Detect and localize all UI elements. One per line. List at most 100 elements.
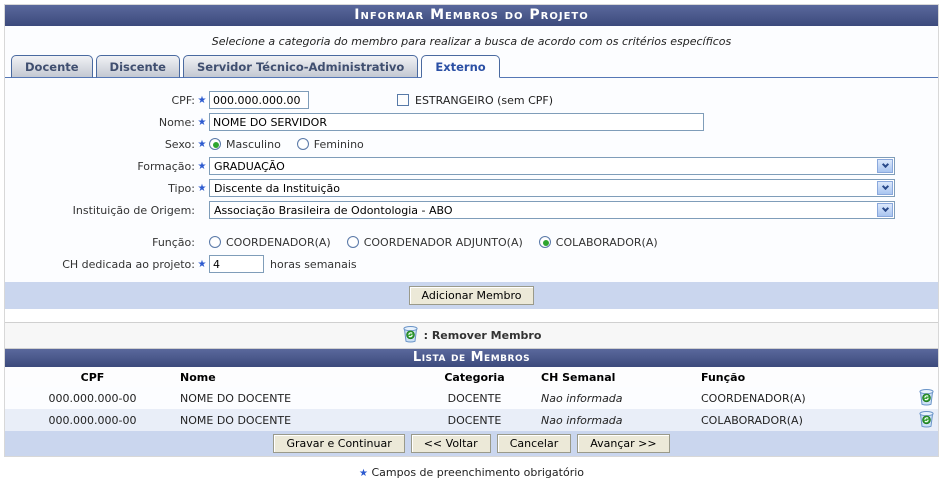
members-tbody: 000.000.000-00 NOME DO DOCENTE DOCENTE Nao … bbox=[5, 387, 938, 431]
nome-label: Nome: bbox=[158, 115, 195, 129]
cell-cpf: 000.000.000-00 bbox=[48, 391, 137, 405]
formacao-selected-value: GRADUAÇÃO bbox=[214, 159, 285, 173]
tab-bar: Docente Discente Servidor Técnico-Administ… bbox=[5, 55, 938, 78]
tipo-select[interactable]: Discente da Instituição bbox=[209, 179, 895, 197]
col-header-nome: Nome bbox=[180, 367, 408, 387]
ch-row: CH dedicada ao projeto: ★ horas semanais bbox=[5, 254, 938, 274]
cell-cpf: 000.000.000-00 bbox=[5, 409, 180, 431]
cell-categoria: DOCENTE bbox=[408, 409, 541, 431]
col-header-action bbox=[915, 367, 938, 387]
radio-button-icon[interactable] bbox=[346, 236, 359, 248]
radio-option-masculino[interactable]: Masculino bbox=[209, 138, 281, 151]
radio-label: Feminino bbox=[313, 137, 364, 151]
chevron-down-icon[interactable] bbox=[877, 181, 893, 195]
required-star-icon: ★ bbox=[197, 160, 207, 172]
ch-label: CH dedicada ao projeto: bbox=[62, 257, 195, 271]
col-header-cpf: CPF bbox=[5, 367, 180, 387]
col-header-funcao: Função bbox=[701, 367, 915, 387]
required-star-icon: ★ bbox=[197, 116, 207, 128]
tab-discente[interactable]: Discente bbox=[95, 55, 180, 78]
add-member-bar: Adicionar Membro bbox=[5, 282, 938, 309]
sexo-radio-group: Masculino Feminino bbox=[209, 138, 938, 151]
footer-buttons: Gravar e Continuar << Voltar Cancelar Avanç… bbox=[5, 431, 938, 456]
member-form: CPF: ★ ESTRANGEIRO (sem CPF) Nome: ★ Sex… bbox=[5, 78, 938, 309]
cell-action bbox=[915, 409, 938, 431]
radio-option-coordenador-a[interactable]: COORDENADOR(A) bbox=[209, 236, 331, 249]
required-star-icon: ★ bbox=[197, 138, 207, 150]
funcao-radio-group: COORDENADOR(A) COORDENADOR ADJUNTO(A) COLA… bbox=[209, 236, 938, 249]
funcao-row: Função: COORDENADOR(A) COORDENADOR ADJUNT… bbox=[5, 232, 938, 252]
instruction-text: Selecione a categoria do membro para rea… bbox=[211, 35, 732, 48]
cell-nome: NOME DO DOCENTE bbox=[180, 391, 292, 405]
gravar-e-continuar-button[interactable]: Gravar e Continuar bbox=[273, 434, 405, 453]
radio-option-colaborador-a[interactable]: COLABORADOR(A) bbox=[538, 235, 658, 249]
radio-label: COORDENADOR ADJUNTO(A) bbox=[363, 235, 523, 249]
members-header-row: CPF Nome Categoria CH Semanal Função bbox=[5, 367, 938, 387]
main-panel: Informar Membros do Projeto Selecione a … bbox=[4, 4, 939, 457]
radio-label: COORDENADOR(A) bbox=[226, 235, 331, 249]
cpf-row: CPF: ★ ESTRANGEIRO (sem CPF) bbox=[5, 90, 938, 110]
table-row: 000.000.000-00 NOME DO DOCENTE DOCENTE Nao … bbox=[5, 387, 938, 409]
tipo-selected-value: Discente da Instituição bbox=[214, 181, 341, 195]
instituicao-row: Instituição de Origem: Associação Brasil… bbox=[5, 200, 938, 220]
col-header-categoria: Categoria bbox=[408, 367, 541, 387]
cell-action bbox=[915, 387, 938, 409]
cpf-input[interactable] bbox=[209, 91, 309, 109]
required-note-text: Campos de preenchimento obrigatório bbox=[371, 466, 584, 479]
col-header-ch-semanal: CH Semanal bbox=[541, 367, 701, 387]
tipo-row: Tipo: ★ Discente da Instituição bbox=[5, 178, 938, 198]
cell-funcao: COLABORADOR(A) bbox=[701, 409, 915, 431]
required-star-icon: ★ bbox=[197, 182, 207, 194]
table-row: 000.000.000-00 NOME DO DOCENTE DOCENTE Nao … bbox=[5, 409, 938, 431]
tab-externo[interactable]: Externo bbox=[421, 55, 500, 78]
estrangeiro-checkbox[interactable] bbox=[397, 94, 409, 106]
ch-input[interactable] bbox=[209, 255, 264, 273]
tab-servidor-tecnico-administrativo[interactable]: Servidor Técnico-Administrativo bbox=[182, 55, 419, 78]
nome-row: Nome: ★ bbox=[5, 112, 938, 132]
cell-categoria: DOCENTE bbox=[447, 391, 502, 405]
estrangeiro-label: ESTRANGEIRO (sem CPF) bbox=[415, 93, 554, 107]
formacao-label: Formação: bbox=[137, 159, 195, 173]
funcao-label: Função: bbox=[152, 235, 195, 249]
cell-ch: Nao informada bbox=[541, 409, 701, 431]
formacao-select[interactable]: GRADUAÇÃO bbox=[209, 157, 895, 175]
chevron-down-icon[interactable] bbox=[877, 203, 893, 217]
trash-icon bbox=[402, 325, 419, 346]
sexo-label: Sexo: bbox=[164, 137, 195, 151]
radio-option-feminino[interactable]: Feminino bbox=[296, 137, 364, 151]
remove-member-icon[interactable] bbox=[918, 388, 935, 409]
page-title: Informar Membros do Projeto bbox=[5, 5, 938, 26]
cell-ch: Nao informada bbox=[541, 391, 623, 405]
radio-button-icon[interactable] bbox=[296, 138, 309, 150]
radio-button-icon[interactable] bbox=[209, 138, 221, 150]
required-star-icon: ★ bbox=[197, 94, 207, 106]
tab-docente[interactable]: Docente bbox=[11, 55, 93, 78]
radio-label: COLABORADOR(A) bbox=[555, 235, 658, 249]
radio-button-icon[interactable] bbox=[538, 236, 551, 248]
radio-button-icon[interactable] bbox=[209, 236, 221, 248]
radio-label: Masculino bbox=[226, 137, 281, 151]
remove-legend: : Remover Membro bbox=[5, 322, 938, 349]
chevron-down-icon[interactable] bbox=[877, 159, 893, 173]
members-table: CPF Nome Categoria CH Semanal Função 000… bbox=[5, 367, 938, 431]
instituicao-label: Instituição de Origem: bbox=[72, 203, 195, 217]
voltar-button[interactable]: << Voltar bbox=[410, 434, 491, 453]
sexo-row: Sexo: ★ Masculino Feminino bbox=[5, 134, 938, 154]
cancelar-button[interactable]: Cancelar bbox=[496, 434, 572, 453]
ch-suffix: horas semanais bbox=[270, 257, 357, 271]
cell-funcao: COORDENADOR(A) bbox=[701, 391, 806, 405]
avancar-button[interactable]: Avançar >> bbox=[577, 434, 670, 453]
members-list-title: Lista de Membros bbox=[5, 349, 938, 367]
required-note: ★ Campos de preenchimento obrigatório bbox=[0, 466, 943, 479]
remove-member-icon[interactable] bbox=[918, 410, 935, 431]
remove-legend-text: : Remover Membro bbox=[423, 329, 542, 342]
formacao-row: Formação: ★ GRADUAÇÃO bbox=[5, 156, 938, 176]
required-star-icon: ★ bbox=[197, 258, 207, 270]
add-member-button[interactable]: Adicionar Membro bbox=[408, 286, 535, 305]
radio-option-coordenador-adjunto-a[interactable]: COORDENADOR ADJUNTO(A) bbox=[346, 235, 523, 249]
tipo-label: Tipo: bbox=[168, 181, 195, 195]
cpf-label: CPF: bbox=[171, 93, 196, 107]
nome-input[interactable] bbox=[209, 113, 704, 131]
instituicao-select[interactable]: Associação Brasileira de Odontologia - A… bbox=[209, 201, 895, 219]
instituicao-selected-value: Associação Brasileira de Odontologia - A… bbox=[214, 203, 453, 217]
